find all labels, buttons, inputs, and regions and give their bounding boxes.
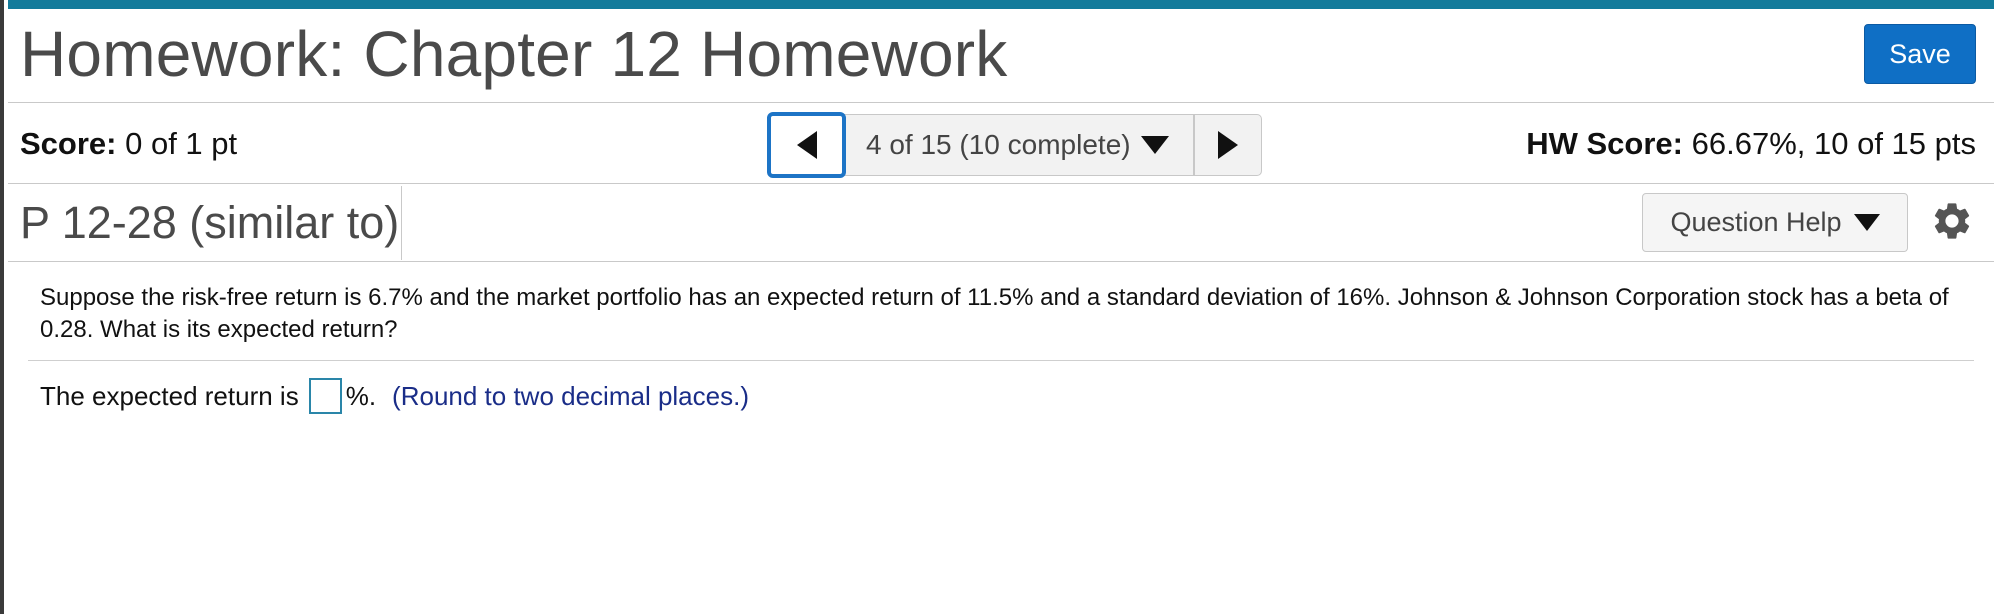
question-help-button[interactable]: Question Help bbox=[1642, 193, 1908, 252]
divider bbox=[8, 102, 1994, 103]
chevron-down-icon bbox=[1140, 136, 1169, 154]
hw-score-value: 66.67%, 10 of 15 pts bbox=[1691, 126, 1976, 161]
page-title: Homework: Chapter 12 Homework bbox=[20, 18, 1008, 90]
answer-prefix: The expected return is bbox=[40, 381, 299, 411]
divider bbox=[28, 360, 1974, 361]
vertical-divider bbox=[401, 186, 402, 260]
rounding-hint: (Round to two decimal places.) bbox=[392, 381, 749, 411]
question-id: P 12-28 (similar to) bbox=[20, 197, 400, 248]
previous-question-button[interactable] bbox=[767, 112, 846, 178]
score-value: 0 of 1 pt bbox=[125, 126, 238, 161]
hw-score-label: HW Score: bbox=[1526, 126, 1683, 161]
homework-window: Homework: Chapter 12 Homework Save Score… bbox=[0, 0, 1994, 614]
question-selector-dropdown[interactable]: 4 of 15 (10 complete) bbox=[844, 114, 1194, 176]
chevron-right-icon bbox=[1217, 131, 1238, 159]
question-score: Score: 0 of 1 pt bbox=[20, 124, 237, 164]
gear-icon[interactable] bbox=[1930, 199, 1974, 243]
top-accent-bar bbox=[8, 0, 1994, 9]
chevron-down-icon bbox=[1853, 214, 1880, 231]
question-position: 4 of 15 (10 complete) bbox=[866, 129, 1131, 160]
next-question-button[interactable] bbox=[1193, 114, 1262, 176]
chevron-left-icon bbox=[796, 131, 817, 159]
divider bbox=[8, 261, 1994, 262]
question-prompt: Suppose the risk-free return is 6.7% and… bbox=[40, 284, 1949, 343]
hw-score: HW Score: 66.67%, 10 of 15 pts bbox=[1526, 124, 1976, 164]
question-navigator: 4 of 15 (10 complete) bbox=[767, 112, 1262, 178]
answer-row: The expected return is %. (Round to two … bbox=[40, 377, 749, 415]
expected-return-input[interactable] bbox=[308, 378, 342, 414]
answer-suffix: %. bbox=[345, 381, 377, 411]
divider bbox=[8, 183, 1994, 184]
question-help-label: Question Help bbox=[1670, 207, 1842, 237]
save-button[interactable]: Save bbox=[1864, 24, 1976, 84]
score-label: Score: bbox=[20, 126, 117, 161]
